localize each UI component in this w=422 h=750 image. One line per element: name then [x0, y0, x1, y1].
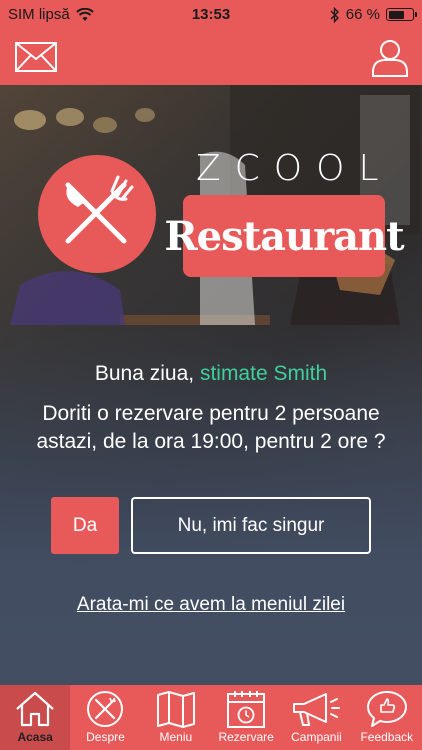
cutlery-logo-icon: [65, 175, 134, 244]
cutlery-icon: [87, 691, 124, 727]
brand-name-bottom: Restaurant: [164, 195, 405, 277]
tab-campanii[interactable]: Campanii: [281, 685, 351, 750]
bluetooth-icon: [330, 6, 339, 23]
yes-button[interactable]: Da: [51, 497, 119, 554]
bottom-tab-bar: Acasa Despre Meniu Rezervare Campanii Fe…: [0, 685, 422, 750]
status-bar: SIM lipsă 13:53 66 %: [0, 0, 422, 30]
tab-label: Acasa: [17, 730, 53, 744]
reservation-question: Doriti o rezervare pentru 2 persoane ast…: [36, 402, 386, 453]
map-icon: [156, 691, 195, 728]
home-icon: [16, 691, 54, 727]
greeting-prefix: Buna ziua,: [94, 362, 200, 385]
tab-feedback[interactable]: Feedback: [352, 685, 422, 750]
megaphone-icon: [293, 693, 341, 726]
chat-icon: [366, 691, 407, 727]
brand-name-top: ZCOOL: [196, 148, 393, 189]
calendar-icon: [227, 691, 266, 728]
tab-label: Rezervare: [218, 730, 274, 744]
tab-despre[interactable]: Despre: [70, 685, 140, 750]
top-nav-bar: [0, 30, 422, 85]
tab-label: Despre: [86, 730, 125, 744]
tab-label: Meniu: [159, 730, 193, 744]
tab-meniu[interactable]: Meniu: [141, 685, 211, 750]
tab-rezervare[interactable]: Rezervare: [211, 685, 281, 750]
logo-circle: [38, 155, 156, 273]
user-icon[interactable]: [370, 38, 410, 78]
customer-name: stimate Smith: [199, 362, 328, 385]
battery-fill: [388, 10, 404, 19]
daily-menu-link[interactable]: Arata-mi ce avem la meniul zilei: [0, 594, 422, 616]
status-right: 66 %: [330, 6, 417, 23]
no-button[interactable]: Nu, imi fac singur: [131, 497, 371, 554]
tab-acasa[interactable]: Acasa: [0, 685, 71, 750]
greeting: Buna ziua, stimate Smith: [0, 362, 422, 386]
battery-percent: 66 %: [345, 6, 380, 23]
battery-icon: [386, 8, 417, 21]
tab-label: Feedback: [360, 730, 414, 744]
mail-icon[interactable]: [14, 40, 58, 74]
tab-label: Campanii: [291, 730, 342, 744]
